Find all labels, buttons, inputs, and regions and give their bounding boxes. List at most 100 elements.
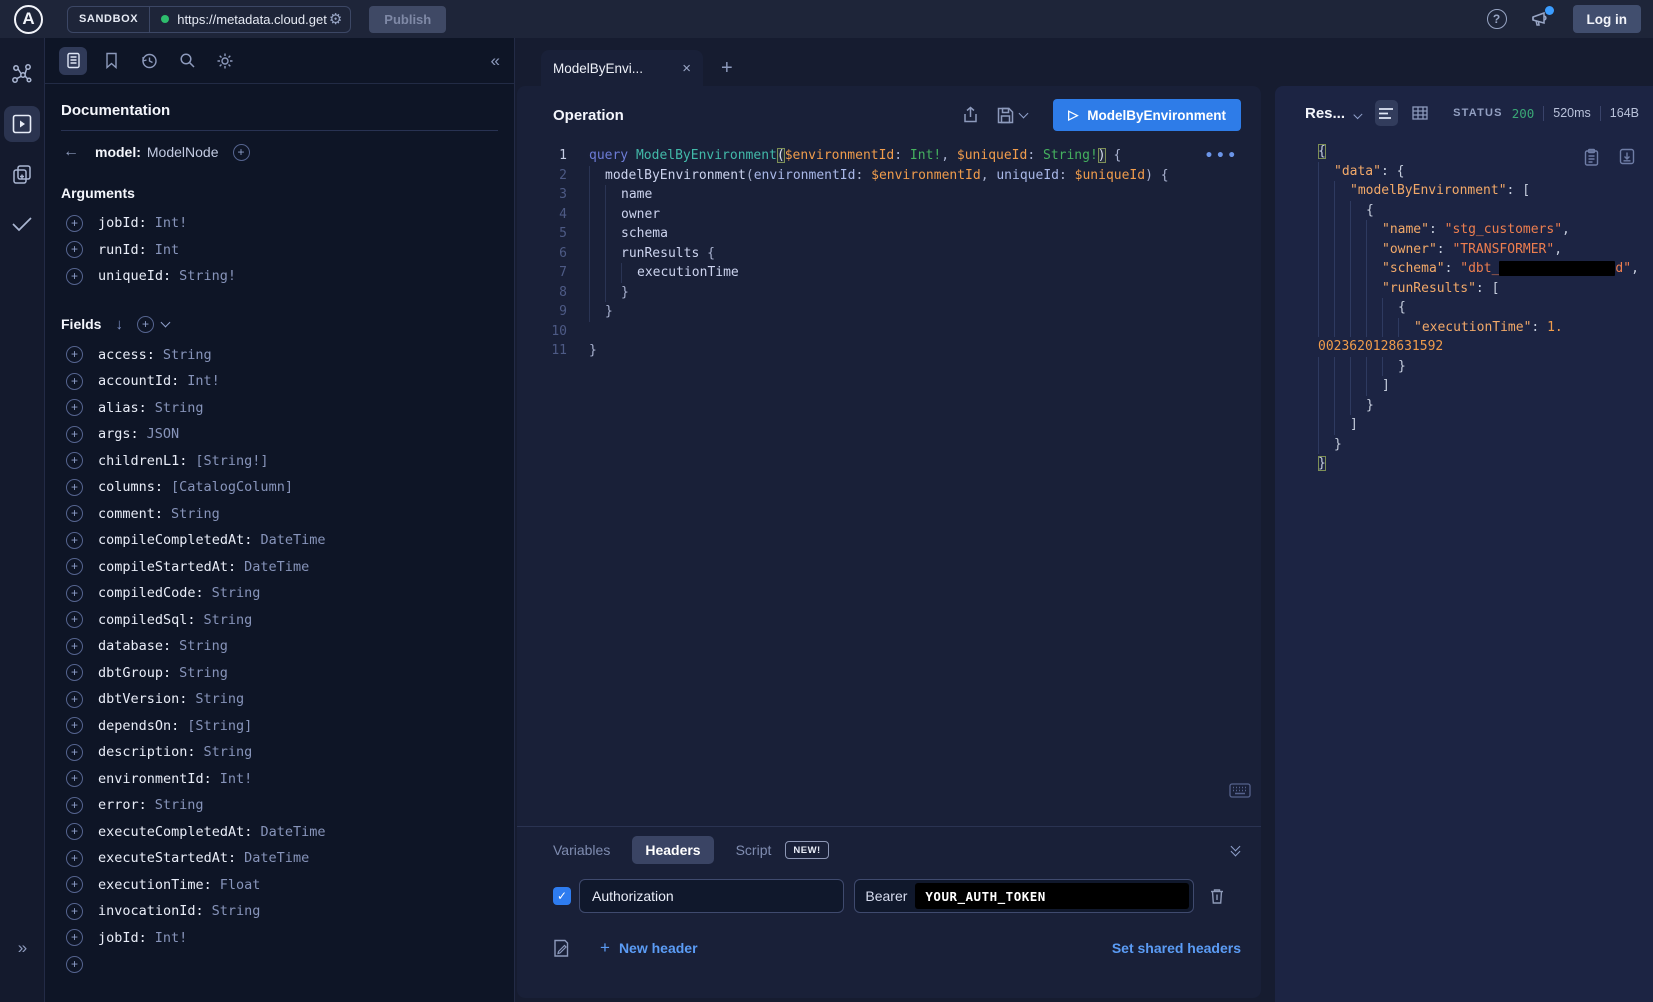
- set-shared-headers-link[interactable]: Set shared headers: [1112, 940, 1241, 956]
- field-type[interactable]: Float: [220, 877, 261, 893]
- field-type[interactable]: Int: [155, 242, 179, 258]
- tab-script[interactable]: Script: [736, 842, 772, 858]
- new-header-button[interactable]: + New header: [600, 938, 698, 958]
- schema-field-row[interactable]: +uniqueId:String!: [61, 263, 498, 290]
- field-type[interactable]: String: [179, 638, 228, 654]
- line-options-icon[interactable]: •••: [1205, 148, 1239, 164]
- schema-field-row[interactable]: +executionTime:Float: [61, 872, 498, 899]
- add-field-icon[interactable]: +: [66, 505, 83, 522]
- add-field-icon[interactable]: +: [66, 399, 83, 416]
- field-type[interactable]: String!: [179, 268, 236, 284]
- schema-field-row[interactable]: +runId:Int: [61, 237, 498, 264]
- explorer-icon[interactable]: [4, 106, 40, 142]
- add-field-icon[interactable]: +: [66, 611, 83, 628]
- schema-field-row[interactable]: +columns:[CatalogColumn]: [61, 474, 498, 501]
- field-type[interactable]: Int!: [187, 373, 220, 389]
- add-field-icon[interactable]: +: [66, 876, 83, 893]
- schema-field-row[interactable]: +accountId:Int!: [61, 368, 498, 395]
- field-type[interactable]: String: [212, 585, 261, 601]
- collapse-docs-icon[interactable]: «: [491, 51, 500, 71]
- schema-graph-icon[interactable]: [4, 56, 40, 92]
- schema-field-row[interactable]: +error:String: [61, 792, 498, 819]
- help-icon[interactable]: ?: [1487, 9, 1507, 29]
- schema-field-row[interactable]: +executeCompletedAt:DateTime: [61, 819, 498, 846]
- field-type[interactable]: String: [155, 797, 204, 813]
- back-arrow-icon[interactable]: ←: [63, 143, 79, 161]
- new-tab-icon[interactable]: +: [721, 57, 733, 80]
- field-type[interactable]: [String!]: [195, 453, 268, 469]
- keyboard-shortcuts-icon[interactable]: [1229, 783, 1251, 798]
- search-icon[interactable]: [173, 47, 201, 75]
- endpoint-settings-gear-icon[interactable]: ⚙: [327, 10, 350, 28]
- tab-variables[interactable]: Variables: [553, 842, 610, 858]
- schema-field-row[interactable]: +dependsOn:[String]: [61, 713, 498, 740]
- add-field-icon[interactable]: +: [66, 929, 83, 946]
- sort-fields-icon[interactable]: ↓: [115, 316, 123, 333]
- add-field-icon[interactable]: +: [66, 956, 83, 973]
- add-field-icon[interactable]: +: [66, 744, 83, 761]
- add-field-icon[interactable]: +: [66, 426, 83, 443]
- close-tab-icon[interactable]: ×: [682, 60, 691, 77]
- field-type[interactable]: Int!: [155, 930, 188, 946]
- schema-field-row[interactable]: +invocationId:String: [61, 898, 498, 925]
- header-value-input[interactable]: Bearer YOUR_AUTH_TOKEN: [854, 879, 1194, 913]
- chevron-down-icon[interactable]: [161, 318, 171, 328]
- announcements-megaphone-icon[interactable]: [1531, 10, 1551, 28]
- schema-field-row[interactable]: +dbtGroup:String: [61, 660, 498, 687]
- share-icon[interactable]: [962, 106, 979, 124]
- plus-circle-icon[interactable]: +: [137, 316, 154, 333]
- add-field-icon[interactable]: +: [66, 558, 83, 575]
- schema-field-row[interactable]: +executeStartedAt:DateTime: [61, 845, 498, 872]
- add-field-icon[interactable]: +: [66, 215, 83, 232]
- add-field-icon[interactable]: +: [66, 479, 83, 496]
- field-type[interactable]: DateTime: [260, 824, 325, 840]
- breadcrumb-type[interactable]: ModelNode: [147, 144, 219, 160]
- header-name-input[interactable]: [579, 879, 844, 913]
- add-field-icon[interactable]: +: [66, 823, 83, 840]
- schema-field-row[interactable]: +comment:String: [61, 501, 498, 528]
- field-type[interactable]: String: [155, 400, 204, 416]
- operation-collections-icon[interactable]: [4, 156, 40, 192]
- expand-rail-icon[interactable]: »: [0, 938, 45, 958]
- add-field-icon[interactable]: +: [66, 717, 83, 734]
- schema-field-row[interactable]: +jobId:Int!: [61, 925, 498, 952]
- checks-icon[interactable]: [4, 206, 40, 242]
- schema-field-row[interactable]: +: [61, 951, 498, 978]
- add-field-icon[interactable]: +: [66, 532, 83, 549]
- endpoint-url-input[interactable]: https://metadata.cloud.get: [177, 12, 327, 27]
- add-field-icon[interactable]: +: [66, 241, 83, 258]
- history-icon[interactable]: [135, 47, 163, 75]
- field-type[interactable]: String: [163, 347, 212, 363]
- field-type[interactable]: String: [212, 903, 261, 919]
- field-type[interactable]: Int!: [155, 215, 188, 231]
- field-type[interactable]: String: [204, 612, 253, 628]
- field-type[interactable]: [String]: [187, 718, 252, 734]
- login-button[interactable]: Log in: [1573, 5, 1642, 33]
- environment-variables-icon[interactable]: [553, 939, 570, 958]
- schema-field-row[interactable]: +compiledCode:String: [61, 580, 498, 607]
- copy-response-icon[interactable]: [1584, 148, 1599, 166]
- add-field-icon[interactable]: +: [66, 691, 83, 708]
- add-field-icon[interactable]: +: [66, 638, 83, 655]
- schema-field-row[interactable]: +description:String: [61, 739, 498, 766]
- run-operation-button[interactable]: ▷ ModelByEnvironment: [1053, 99, 1241, 131]
- field-type[interactable]: DateTime: [244, 850, 309, 866]
- add-field-icon[interactable]: +: [66, 797, 83, 814]
- schema-field-row[interactable]: +compileStartedAt:DateTime: [61, 554, 498, 581]
- add-field-icon[interactable]: +: [66, 585, 83, 602]
- table-view-icon[interactable]: [1408, 100, 1431, 126]
- bookmarks-icon[interactable]: [97, 47, 125, 75]
- response-dropdown[interactable]: Res...: [1305, 105, 1345, 122]
- tab-headers[interactable]: Headers: [632, 836, 713, 864]
- field-type[interactable]: String: [204, 744, 253, 760]
- schema-field-row[interactable]: +childrenL1:[String!]: [61, 448, 498, 475]
- schema-field-row[interactable]: +database:String: [61, 633, 498, 660]
- save-operation-control[interactable]: [997, 107, 1027, 124]
- add-field-icon[interactable]: +: [66, 770, 83, 787]
- add-field-icon[interactable]: +: [66, 346, 83, 363]
- schema-field-row[interactable]: +access:String: [61, 342, 498, 369]
- add-field-icon[interactable]: +: [66, 452, 83, 469]
- delete-header-icon[interactable]: [1209, 887, 1225, 905]
- documentation-tab-icon[interactable]: [59, 47, 87, 75]
- field-type[interactable]: Int!: [220, 771, 253, 787]
